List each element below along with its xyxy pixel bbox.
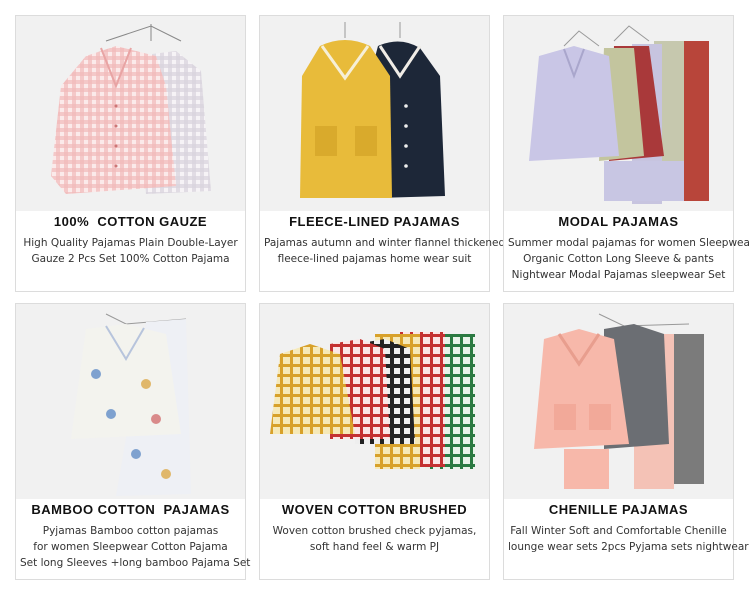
product-description: Pyjamas Bamboo cotton pajamas for women …: [20, 523, 251, 571]
product-card-cotton-gauze[interactable]: 100% COTTON GAUZE High Quality Pajamas P…: [15, 15, 246, 292]
plaid-set-icon[interactable]: [260, 304, 489, 499]
product-description: Pajamas autumn and winter flannel thicke…: [264, 235, 506, 267]
description-line: Summer modal pajamas for women Sleepwear: [508, 237, 750, 249]
description-line: lounge wear sets 2pcs Pyjama sets nightw…: [508, 541, 749, 553]
chenille-set-icon[interactable]: [504, 304, 733, 499]
product-title[interactable]: 100% COTTON GAUZE: [16, 214, 245, 229]
description-line: for women Sleepwear Cotton Pajama: [33, 541, 228, 553]
product-description: Woven cotton brushed check pyjamas, soft…: [264, 523, 485, 555]
description-line: Pajamas autumn and winter flannel thicke…: [264, 237, 506, 249]
description-line: Set long Sleeves +long bamboo Pajama Set: [20, 557, 251, 569]
product-card-bamboo-cotton[interactable]: BAMBOO COTTON PAJAMAS Pyjamas Bamboo cot…: [15, 303, 251, 580]
product-title[interactable]: FLEECE-LINED PAJAMAS: [260, 214, 489, 229]
product-title[interactable]: MODAL PAJAMAS: [504, 214, 733, 229]
description-line: Pyjamas Bamboo cotton pajamas: [42, 525, 219, 537]
product-title[interactable]: WOVEN COTTON BRUSHED: [260, 502, 489, 517]
product-description: Summer modal pajamas for women Sleepwear…: [508, 235, 750, 283]
description-line: Fall Winter Soft and Comfortable Chenill…: [510, 525, 727, 537]
description-line: Nightwear Modal Pajamas sleepwear Set: [511, 269, 726, 281]
product-card-chenille[interactable]: CHENILLE PAJAMAS Fall Winter Soft and Co…: [503, 303, 749, 580]
fleece-robes-icon[interactable]: [260, 16, 489, 211]
product-title[interactable]: CHENILLE PAJAMAS: [504, 502, 733, 517]
product-card-fleece-lined[interactable]: FLEECE-LINED PAJAMAS Pajamas autumn and …: [259, 15, 506, 292]
description-line: Woven cotton brushed check pyjamas,: [272, 525, 477, 537]
description-line: Gauze 2 Pcs Set 100% Cotton Pajama: [31, 253, 230, 265]
product-title[interactable]: BAMBOO COTTON PAJAMAS: [16, 502, 245, 517]
description-line: Organic Cotton Long Sleeve & pants: [523, 253, 714, 265]
gingham-shirts-icon[interactable]: [16, 16, 245, 211]
description-line: High Quality Pajamas Plain Double-Layer: [23, 237, 238, 249]
description-line: fleece-lined pajamas home wear suit: [277, 253, 472, 265]
product-card-woven-cotton[interactable]: WOVEN COTTON BRUSHED Woven cotton brushe…: [259, 303, 490, 580]
modal-set-icon[interactable]: [504, 16, 733, 211]
product-description: High Quality Pajamas Plain Double-Layer …: [20, 235, 241, 267]
product-description: Fall Winter Soft and Comfortable Chenill…: [508, 523, 749, 555]
description-line: soft hand feel & warm PJ: [309, 541, 440, 553]
bamboo-set-icon[interactable]: [16, 304, 245, 499]
product-card-modal[interactable]: MODAL PAJAMAS Summer modal pajamas for w…: [503, 15, 750, 292]
